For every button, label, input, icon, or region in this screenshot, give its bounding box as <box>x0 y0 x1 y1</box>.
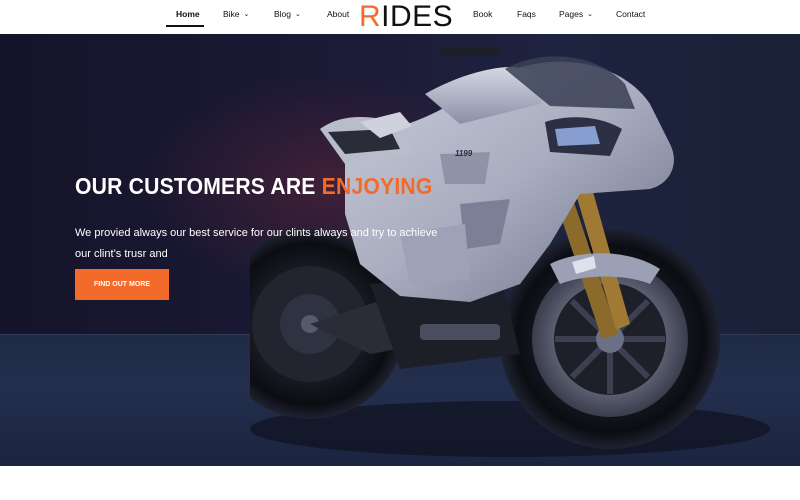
hero-headline: OUR CUSTOMERS ARE ENJOYING <box>75 173 433 200</box>
bike-model-badge: 1199 <box>455 149 473 158</box>
hero-headline-main: OUR CUSTOMERS ARE <box>75 173 322 199</box>
nav-active-underline <box>166 25 204 27</box>
hero-subtext: We provied always our best service for o… <box>75 227 438 260</box>
logo-text: IDES <box>381 0 454 33</box>
nav-bike-label: Bike <box>223 9 240 19</box>
nav-contact-label: Contact <box>616 9 646 19</box>
site-header: Home Bike ⌄ Blog ⌄ About RIDES Book Faqs… <box>0 0 800 34</box>
nav-pages[interactable]: Pages ⌄ <box>559 9 593 19</box>
site-logo[interactable]: RIDES <box>359 0 453 34</box>
chevron-down-icon: ⌄ <box>587 10 593 18</box>
nav-pages-label: Pages <box>559 9 584 19</box>
nav-faqs-label: Faqs <box>517 9 536 19</box>
nav-blog-label: Blog <box>274 9 292 19</box>
nav-bike[interactable]: Bike ⌄ <box>223 9 249 19</box>
page-bottom-strip <box>0 466 800 500</box>
nav-about[interactable]: About <box>327 9 349 19</box>
nav-contact[interactable]: Contact <box>616 9 645 19</box>
chevron-down-icon: ⌄ <box>243 10 250 18</box>
nav-book-label: Book <box>473 9 493 19</box>
find-out-more-button[interactable]: FIND OUT MORE <box>75 269 169 300</box>
nav-faqs[interactable]: Faqs <box>517 9 536 19</box>
logo-accent-letter: R <box>359 0 382 33</box>
nav-about-label: About <box>327 9 350 19</box>
nav-home-label: Home <box>176 9 200 19</box>
chevron-down-icon: ⌄ <box>295 10 301 18</box>
nav-book[interactable]: Book <box>473 9 492 19</box>
page: Home Bike ⌄ Blog ⌄ About RIDES Book Faqs… <box>0 0 800 500</box>
nav-home[interactable]: Home <box>176 9 200 19</box>
hero-banner: 1199 OUR CUSTOMERS ARE ENJOYING We provi… <box>0 34 800 466</box>
hero-headline-accent: ENJOYING <box>321 173 433 199</box>
nav-blog[interactable]: Blog ⌄ <box>274 9 301 19</box>
